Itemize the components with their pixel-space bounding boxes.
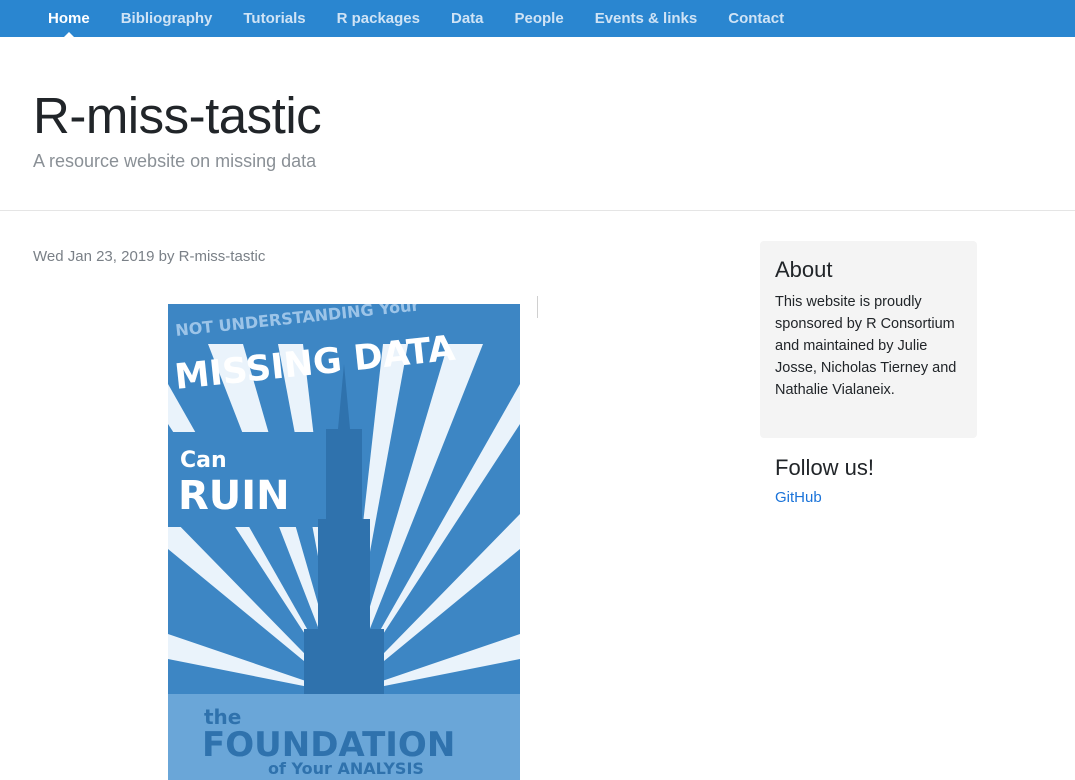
header-divider [0,210,1075,211]
poster-line3: Can [180,448,227,473]
nav-home[interactable]: Home [48,10,90,37]
about-heading: About [775,257,833,282]
poster-line4: RUIN [178,473,290,519]
nav-events-links[interactable]: Events & links [595,10,698,27]
follow-us-section: Follow us! GitHub [775,455,874,507]
nav-contact[interactable]: Contact [728,10,784,27]
nav-tutorials[interactable]: Tutorials [243,10,305,27]
nav-bibliography[interactable]: Bibliography [121,10,213,27]
nav-people[interactable]: People [515,10,564,27]
image-edge-mark [537,296,538,318]
github-link[interactable]: GitHub [775,489,822,506]
site-title[interactable]: R-miss-tastic [33,86,322,145]
post-meta: Wed Jan 23, 2019 by R-miss-tastic [33,248,266,265]
about-text: This website is proudly sponsored by R C… [775,294,957,398]
nav-r-packages[interactable]: R packages [337,10,420,27]
sidebar-about-box: About This website is proudly sponsored … [760,241,977,438]
missing-data-poster-image: NOT UNDERSTANDING Your MISSING DATA Can … [168,304,520,780]
follow-us-heading: Follow us! [775,455,875,480]
nav-data[interactable]: Data [451,10,484,27]
top-navbar: Home Bibliography Tutorials R packages D… [0,0,1075,37]
site-subtitle: A resource website on missing data [33,151,317,171]
poster-line7: of Your ANALYSIS [268,759,424,778]
